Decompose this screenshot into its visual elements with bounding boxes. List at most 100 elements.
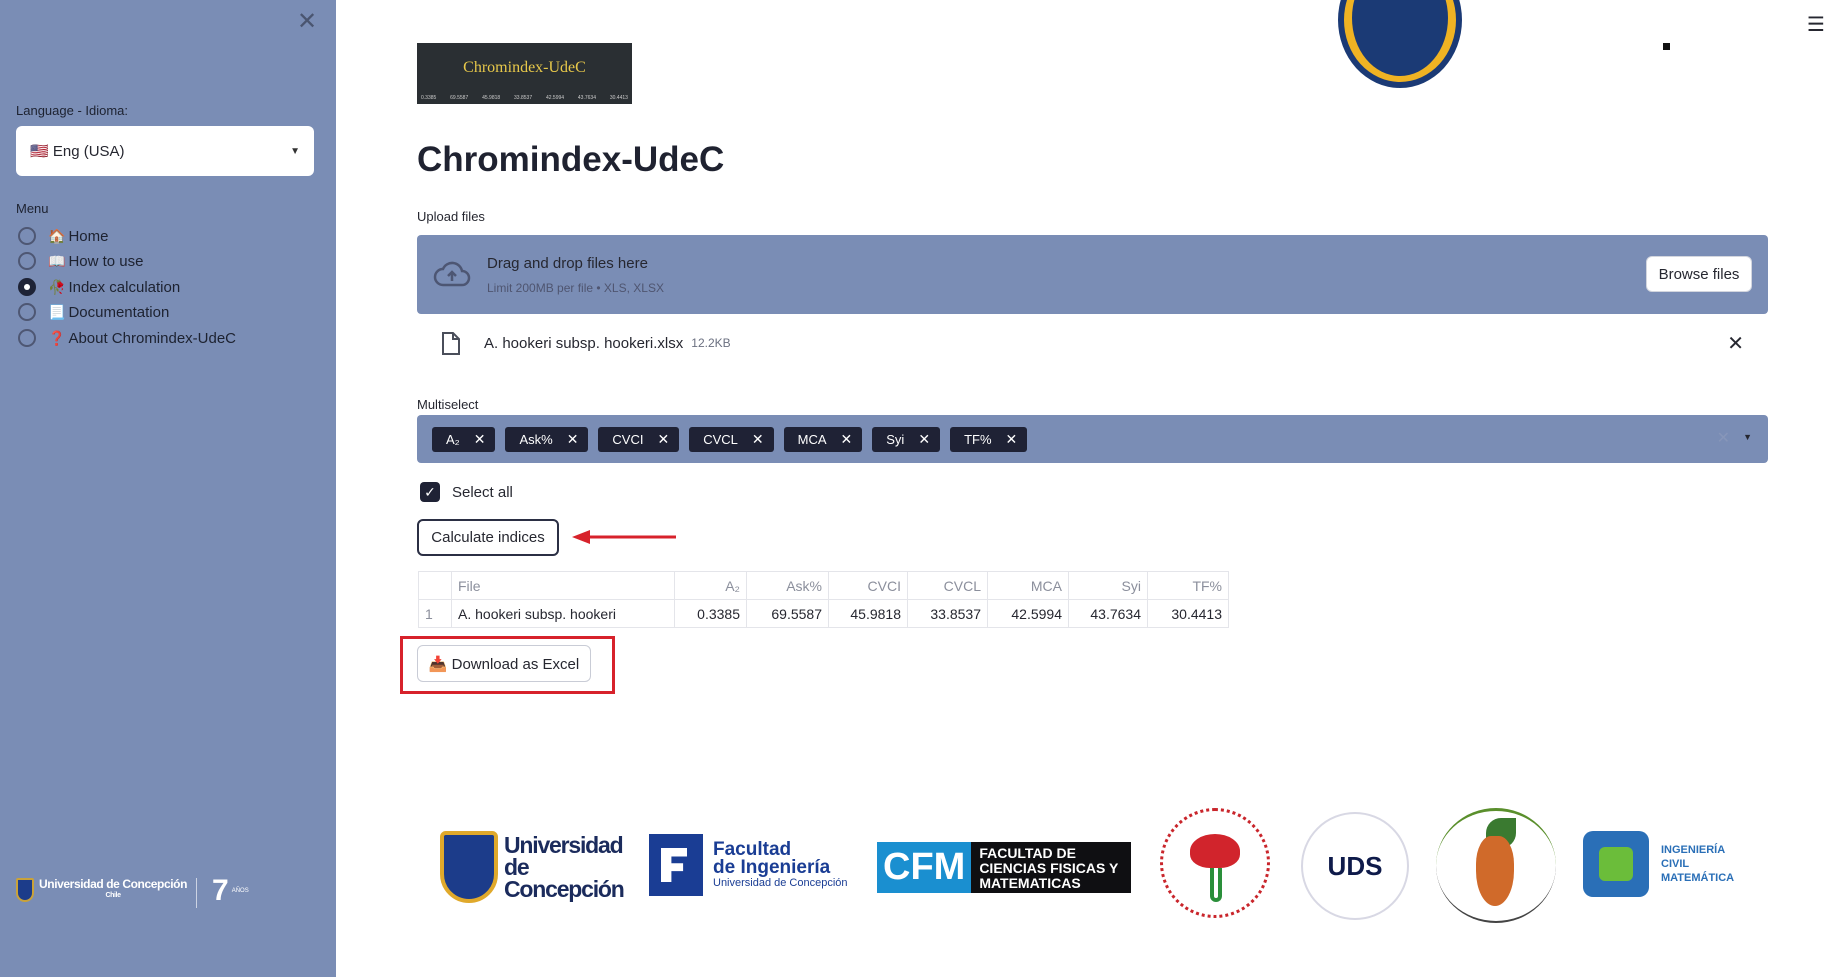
file-icon xyxy=(442,331,460,355)
remove-tag-icon[interactable]: ✕ xyxy=(657,431,669,448)
cloud-upload-icon xyxy=(433,261,471,287)
tag-label: CVCL xyxy=(703,432,738,447)
banner-values: 0.3385 69.5587 45.9818 33.8537 42.5994 4… xyxy=(421,95,628,101)
select-all-label: Select all xyxy=(452,483,513,501)
plant-icon xyxy=(1210,868,1222,902)
banner-value: 43.7634 xyxy=(577,95,596,101)
cell-syi[interactable]: 43.7634 xyxy=(1068,599,1148,628)
download-excel-button[interactable]: 📥 Download as Excel xyxy=(417,645,591,682)
cell-mca[interactable]: 42.5994 xyxy=(987,599,1069,628)
tag-cvcl: CVCL ✕ xyxy=(689,427,774,452)
menu-item-about[interactable]: ❓ About Chromindex-UdeC xyxy=(18,327,236,349)
banner-value: 30.4413 xyxy=(609,95,628,101)
radio-button[interactable] xyxy=(18,303,36,321)
cell-a2[interactable]: 0.3385 xyxy=(674,599,747,628)
radio-button-selected[interactable] xyxy=(18,278,36,296)
multiselect-label: Multiselect xyxy=(417,397,479,412)
cfm-logo: CFM FACULTAD DE CIENCIAS FISICAS Y MATEM… xyxy=(877,842,1132,893)
upload-label: Upload files xyxy=(417,209,485,224)
udec-shield-icon xyxy=(16,878,34,902)
banner-title: Chromindex-UdeC xyxy=(463,59,586,76)
banner-value: 33.8537 xyxy=(514,95,533,101)
menu-item-index-calculation[interactable]: 🥀 Index calculation xyxy=(18,276,180,298)
clear-all-icon[interactable]: ✕ xyxy=(1717,428,1730,448)
menu-item-how-to-use[interactable]: 📖 How to use xyxy=(18,250,143,272)
remove-tag-icon[interactable]: ✕ xyxy=(918,431,930,448)
home-icon: 🏠 xyxy=(48,227,66,244)
remove-tag-icon[interactable]: ✕ xyxy=(841,431,853,448)
cell-ask[interactable]: 69.5587 xyxy=(746,599,829,628)
anniversary-text: AÑOS xyxy=(231,887,249,894)
banner-value: 42.5994 xyxy=(545,95,565,101)
calculate-indices-button[interactable]: Calculate indices xyxy=(417,519,559,556)
tag-mca: MCA ✕ xyxy=(783,427,863,452)
column-header-ask[interactable]: Ask% xyxy=(746,571,829,600)
cell-cvcl[interactable]: 33.8537 xyxy=(907,599,988,628)
annotation-arrow-icon xyxy=(572,530,676,544)
remove-tag-icon[interactable]: ✕ xyxy=(474,431,486,448)
table-row: 1 A. hookeri subsp. hookeri 0.3385 69.55… xyxy=(418,599,1229,628)
ciencias-naturales-logo xyxy=(1160,808,1270,918)
menu-item-label: Index calculation xyxy=(68,278,181,296)
main-menu-icon[interactable]: ☰ xyxy=(1807,12,1825,37)
column-header-tf[interactable]: TF% xyxy=(1147,571,1229,600)
book-icon: 📖 xyxy=(48,252,66,269)
column-header-a2[interactable]: A₂ xyxy=(674,571,747,600)
chevron-down-icon: ▼ xyxy=(290,145,300,157)
index-multiselect[interactable]: A₂ ✕ Ask% ✕ CVCI ✕ CVCL ✕ MCA ✕ Syi ✕ TF% ✕ ✕ ▼ xyxy=(417,415,1768,463)
column-header-mca[interactable]: MCA xyxy=(987,571,1069,600)
menu-item-home[interactable]: 🏠 Home xyxy=(18,225,108,247)
cell-tf[interactable]: 30.4413 xyxy=(1147,599,1229,628)
cell-file[interactable]: A. hookeri subsp. hookeri xyxy=(451,599,675,628)
language-select[interactable]: 🇺🇸 Eng (USA) ▼ xyxy=(16,126,314,176)
logo-divider xyxy=(196,878,197,908)
gear-icon xyxy=(1583,831,1649,897)
icm-text: INGENIERÍA CIVIL MATEMÁTICA xyxy=(1661,844,1735,884)
dropzone-limit: Limit 200MB per file • XLS, XLSX xyxy=(487,281,664,295)
cfm-text: FACULTAD DE CIENCIAS FISICAS Y MATEMATIC… xyxy=(971,842,1132,893)
close-icon[interactable]: ✕ xyxy=(297,10,317,34)
checkmark-icon: ✓ xyxy=(420,482,440,502)
banner-value: 0.3385 xyxy=(421,95,437,101)
fi-line3: Universidad de Concepción xyxy=(713,877,848,889)
browse-files-button[interactable]: Browse files xyxy=(1646,256,1752,292)
radio-button[interactable] xyxy=(18,227,36,245)
menu-label: Menu xyxy=(16,201,49,216)
tag-a2: A₂ ✕ xyxy=(432,427,496,452)
fi-mark-icon xyxy=(649,834,703,896)
radio-button[interactable] xyxy=(18,329,36,347)
dropzone-title: Drag and drop files here xyxy=(487,255,648,272)
table-header-row: File A₂ Ask% CVCI CVCL MCA Syi TF% xyxy=(418,571,1229,600)
fish-icon xyxy=(1190,834,1240,868)
tag-syi: Syi ✕ xyxy=(872,427,941,452)
banner-value: 45.9818 xyxy=(482,95,501,101)
document-icon: 📃 xyxy=(48,303,66,320)
tag-label: Ask% xyxy=(519,432,553,447)
file-size: 12.2KB xyxy=(691,336,731,350)
remove-file-icon[interactable]: ✕ xyxy=(1727,331,1744,356)
anniversary-logo: 7 AÑOS xyxy=(212,876,272,906)
departamento-botanica-logo xyxy=(1436,808,1556,923)
sidebar: ✕ Language - Idioma: 🇺🇸 Eng (USA) ▼ Menu… xyxy=(0,0,336,977)
select-all-checkbox[interactable]: ✓ Select all xyxy=(420,482,513,502)
remove-tag-icon[interactable]: ✕ xyxy=(1006,431,1018,448)
file-dropzone[interactable]: Drag and drop files here Limit 200MB per… xyxy=(417,235,1768,314)
chevron-down-icon[interactable]: ▼ xyxy=(1743,432,1752,442)
column-header-syi[interactable]: Syi xyxy=(1068,571,1148,600)
remove-tag-icon[interactable]: ✕ xyxy=(567,431,579,448)
file-name: A. hookeri subsp. hookeri.xlsx xyxy=(484,334,684,352)
cfm-mark: CFM xyxy=(877,842,972,893)
column-header-file[interactable]: File xyxy=(451,571,675,600)
radio-button[interactable] xyxy=(18,252,36,270)
question-icon: ❓ xyxy=(48,329,66,346)
column-header-cvcl[interactable]: CVCL xyxy=(907,571,988,600)
remove-tag-icon[interactable]: ✕ xyxy=(752,431,764,448)
column-header-cvci[interactable]: CVCI xyxy=(828,571,908,600)
anniversary-number: 7 xyxy=(212,874,229,907)
menu-item-documentation[interactable]: 📃 Documentation xyxy=(18,301,169,323)
cell-cvci[interactable]: 45.9818 xyxy=(828,599,908,628)
tag-label: TF% xyxy=(964,432,992,447)
udec-logo-sub: Chile xyxy=(105,892,121,899)
row-index: 1 xyxy=(418,599,452,628)
column-header-index[interactable] xyxy=(418,571,452,600)
